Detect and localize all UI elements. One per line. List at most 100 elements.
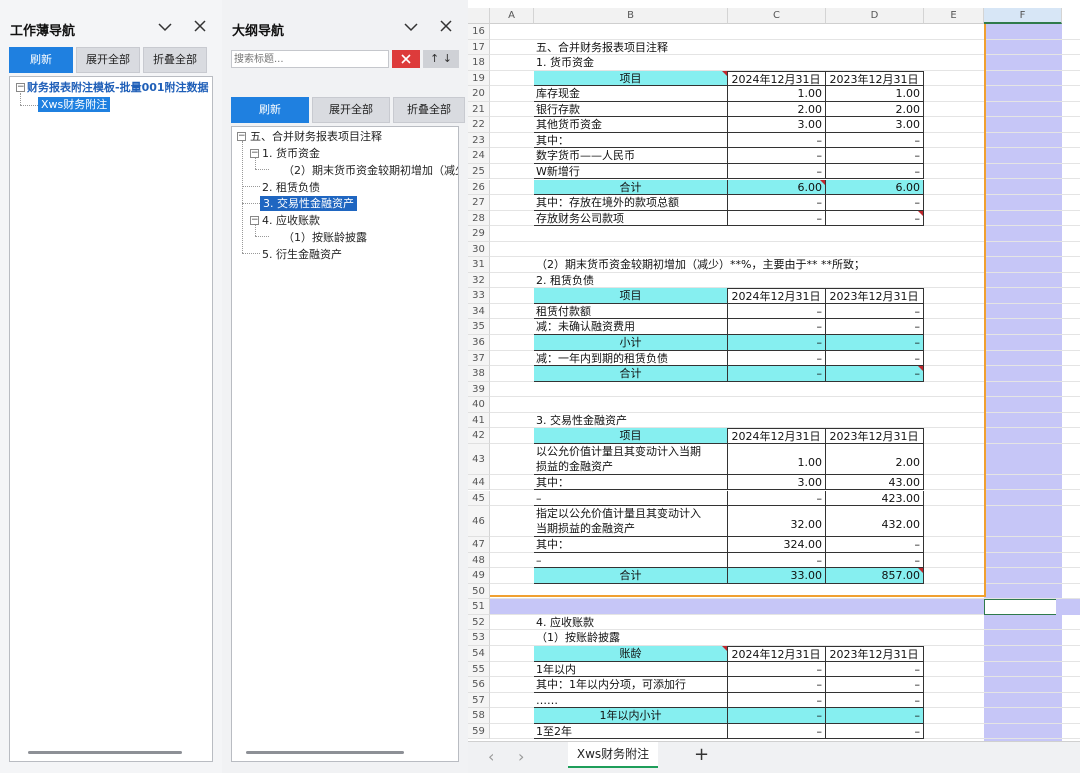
row-header[interactable]: 27 [468,195,490,211]
cell-D55[interactable]: – [826,661,924,678]
cell-B33[interactable]: 项目 [534,288,728,304]
cell-D33[interactable]: 2023年12月31日 [826,288,924,304]
cell-D23[interactable]: – [826,132,924,149]
outline-collapse-all-button[interactable]: 折叠全部 [393,97,465,123]
row-header[interactable]: 52 [468,614,490,631]
cell-B59[interactable]: 1至2年 [534,723,728,740]
cell-C34[interactable]: – [728,303,826,320]
row-header[interactable]: 37 [468,350,490,367]
sheet-row[interactable] [490,584,1080,600]
cell-D56[interactable]: – [826,677,924,693]
cell-D34[interactable]: – [826,303,924,320]
outline-item[interactable]: 五、合并财务报表项目注释 [250,129,382,144]
cell-D22[interactable]: 3.00 [826,117,924,133]
cell-C59[interactable]: – [728,723,826,740]
cell-B38[interactable]: 合计 [534,366,728,382]
cell-C24[interactable]: – [728,148,826,164]
corner-cell[interactable] [468,8,490,24]
row-header[interactable]: 42 [468,428,490,444]
cell-C56[interactable]: – [728,677,826,693]
column-header[interactable]: F [984,8,1062,24]
outline-refresh-button[interactable]: 刷新 [231,97,309,123]
cell-C28[interactable]: – [728,210,826,227]
cell-B27[interactable]: 其中：存放在境外的款项总额 [534,195,728,211]
cell-C25[interactable]: – [728,163,826,180]
cell-C38[interactable]: – [728,366,826,382]
cell-C54[interactable]: 2024年12月31日 [728,646,826,662]
cell-D44[interactable]: 43.00 [826,474,924,491]
row-header[interactable]: 35 [468,319,490,335]
cell-C35[interactable]: – [728,319,826,335]
cell-B18[interactable]: 1. 货币资金 [534,55,728,71]
close-icon[interactable] [194,20,206,36]
cell-D38[interactable]: – [826,366,924,382]
row-header[interactable]: 34 [468,303,490,320]
cell-D26[interactable]: 6.00 [826,179,924,196]
cell-B31[interactable]: （2）期末货币资金较期初增加（减少）**%，主要由于** **所致； [534,257,865,273]
cell-C44[interactable]: 3.00 [728,474,826,491]
cell-B21[interactable]: 银行存款 [534,101,728,118]
cell-D57[interactable]: – [826,692,924,709]
wb-refresh-button[interactable]: 刷新 [9,47,73,73]
cell-C33[interactable]: 2024年12月31日 [728,288,826,304]
row-header[interactable]: 21 [468,101,490,118]
outline-item[interactable]: 4. 应收账款 [262,213,320,228]
row-header[interactable]: 30 [468,241,490,258]
cell-D54[interactable]: 2023年12月31日 [826,646,924,662]
outline-item[interactable]: （2）期末货币资金较期初增加（减少 [283,163,458,178]
row-header[interactable]: 38 [468,366,490,382]
cell-D24[interactable]: – [826,148,924,164]
workbook-tree-root[interactable]: 财务报表附注模板-批量001附注数据 [27,80,209,95]
cell-B28[interactable]: 存放财务公司款项 [534,210,728,227]
chevron-down-icon[interactable] [404,20,418,36]
cell-C42[interactable]: 2024年12月31日 [728,428,826,444]
tab-next-icon[interactable]: › [518,747,524,766]
outline-item[interactable]: 5. 衍生金融资产 [262,247,342,262]
row-header[interactable]: 29 [468,226,490,242]
cell-C37[interactable]: – [728,350,826,367]
row-header[interactable]: 41 [468,412,490,429]
cell-D43[interactable]: 2.00 [826,443,924,475]
row-header[interactable]: 19 [468,70,490,87]
cell-D59[interactable]: – [826,723,924,740]
cell-B44[interactable]: 其中： [534,474,728,491]
cell-C47[interactable]: 324.00 [728,537,826,553]
cell-C26[interactable]: 6.00 [728,179,826,196]
row-header[interactable]: 20 [468,86,490,102]
cell-D36[interactable]: – [826,335,924,351]
cell-B46[interactable]: 指定以公允价值计量且其变动计入 当期损益的金融资产 [534,506,728,538]
cell-B54[interactable]: 账龄 [534,646,728,662]
row-header[interactable]: 31 [468,257,490,273]
cell-D46[interactable]: 432.00 [826,506,924,538]
collapse-toggle-icon[interactable]: − [250,216,259,225]
cell-D19[interactable]: 2023年12月31日 [826,70,924,87]
row-header[interactable]: 39 [468,381,490,398]
sheet-row[interactable] [490,242,1080,258]
cell-D21[interactable]: 2.00 [826,101,924,118]
sheet-row[interactable] [490,24,1080,40]
cell-B24[interactable]: 数字货币——人民币 [534,148,728,164]
row-header[interactable]: 54 [468,646,490,662]
cell-B34[interactable]: 租赁付款额 [534,303,728,320]
column-header[interactable]: C [728,8,826,24]
tab-prev-icon[interactable]: ‹ [488,747,494,766]
row-header[interactable]: 33 [468,288,490,304]
sheet-tab-active[interactable]: Xws财务附注 [568,742,658,768]
cell-C46[interactable]: 32.00 [728,506,826,538]
cell-C20[interactable]: 1.00 [728,86,826,102]
close-icon[interactable] [440,20,452,36]
row-header[interactable]: 16 [468,24,490,40]
scrollbar[interactable] [28,751,182,754]
cell-B56[interactable]: 其中：1年以内分项，可添加行 [534,677,728,693]
outline-expand-all-button[interactable]: 展开全部 [312,97,390,123]
outline-item[interactable]: （1）按账龄披露 [283,230,367,245]
row-header[interactable]: 26 [468,179,490,196]
row-header[interactable]: 24 [468,148,490,164]
active-cell[interactable] [984,599,1062,615]
cell-B58[interactable]: 1年以内小计 [534,708,728,724]
row-header[interactable]: 56 [468,677,490,693]
cell-C21[interactable]: 2.00 [728,101,826,118]
cell-C57[interactable]: – [728,692,826,709]
row-header[interactable]: 48 [468,552,490,569]
outline-item[interactable]: 1. 货币资金 [262,146,320,161]
